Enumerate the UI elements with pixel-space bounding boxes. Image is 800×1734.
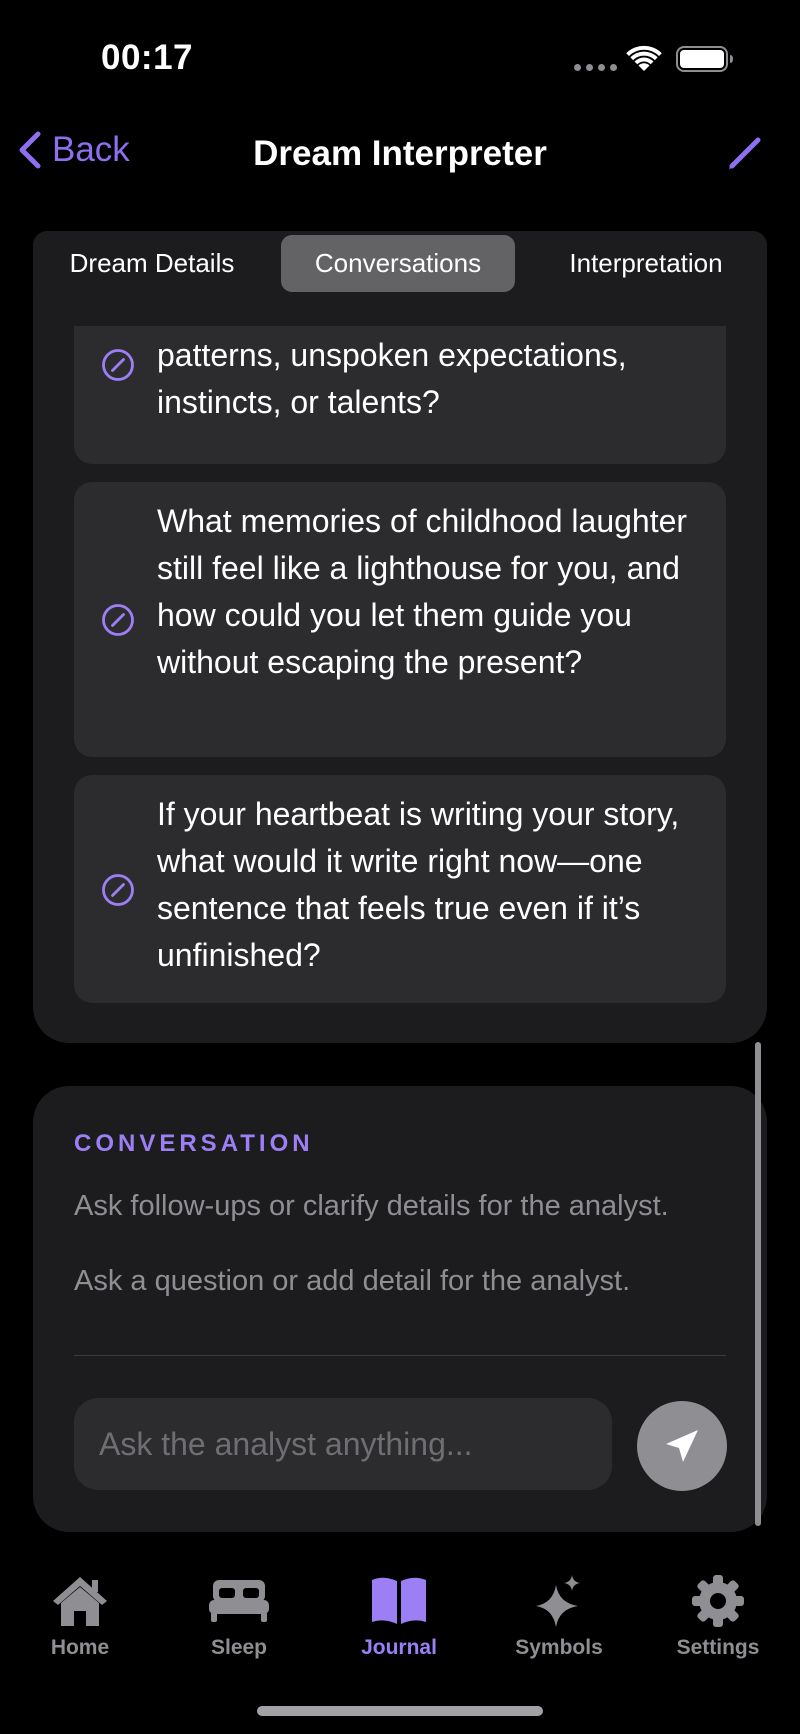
question-item[interactable]: What memories of childhood laughter stil…	[74, 482, 726, 757]
conversation-heading: CONVERSATION	[74, 1130, 314, 1157]
pencil-icon	[729, 137, 761, 169]
segmented-control: Dream Details Conversations Interpretati…	[33, 231, 767, 296]
scrollbar[interactable]	[755, 1042, 761, 1526]
chat-input[interactable]	[74, 1398, 612, 1490]
questions-list: that you still seem to carry—family patt…	[0, 326, 800, 1026]
question-text: If your heartbeat is writing your story,…	[157, 796, 680, 973]
house-icon	[53, 1577, 107, 1626]
tab-settings[interactable]: Settings	[653, 1572, 783, 1660]
tab-journal[interactable]: Journal	[334, 1572, 464, 1660]
tab-conversations[interactable]: Conversations	[281, 235, 515, 292]
paper-plane-icon	[666, 1430, 698, 1462]
tab-symbols[interactable]: Symbols	[494, 1572, 624, 1660]
conversation-card: CONVERSATION Ask follow-ups or clarify d…	[33, 1086, 767, 1532]
tab-label: Home	[50, 1636, 110, 1659]
tab-home[interactable]: Home	[15, 1572, 145, 1660]
conversation-hint: Ask a question or add detail for the ana…	[74, 1265, 631, 1297]
send-button[interactable]	[637, 1401, 727, 1491]
slash-circle-icon	[102, 874, 134, 906]
tab-label: Settings	[676, 1636, 760, 1659]
home-indicator	[257, 1706, 543, 1716]
tab-sleep[interactable]: Sleep	[174, 1572, 304, 1660]
tab-dream-details[interactable]: Dream Details	[47, 235, 257, 292]
tab-interpretation[interactable]: Interpretation	[539, 235, 753, 292]
status-bar: 00:17	[0, 0, 800, 100]
battery-icon	[676, 46, 733, 72]
tab-label: Sleep	[210, 1636, 268, 1659]
wifi-icon	[626, 45, 662, 71]
cellular-signal-icon	[574, 64, 617, 71]
navigation-bar: Back Dream Interpreter	[0, 110, 800, 200]
edit-button[interactable]	[724, 132, 766, 179]
book-icon	[372, 1577, 426, 1624]
conversation-subtitle: Ask follow-ups or clarify details for th…	[74, 1190, 669, 1222]
slash-circle-icon	[102, 349, 134, 381]
tab-label: Journal	[361, 1636, 437, 1659]
question-item[interactable]: that you still seem to carry—family patt…	[74, 326, 726, 464]
question-item[interactable]: If your heartbeat is writing your story,…	[74, 775, 726, 1003]
page-title: Dream Interpreter	[253, 134, 547, 173]
tab-label: Symbols	[515, 1636, 603, 1659]
question-text: that you still seem to carry—family patt…	[157, 337, 627, 420]
divider	[74, 1355, 726, 1356]
sparkles-icon	[536, 1575, 580, 1627]
status-time: 00:17	[101, 38, 194, 77]
slash-circle-icon	[102, 604, 134, 636]
question-text: What memories of childhood laughter stil…	[157, 503, 688, 680]
gear-icon	[692, 1575, 744, 1627]
bed-icon	[209, 1580, 269, 1622]
